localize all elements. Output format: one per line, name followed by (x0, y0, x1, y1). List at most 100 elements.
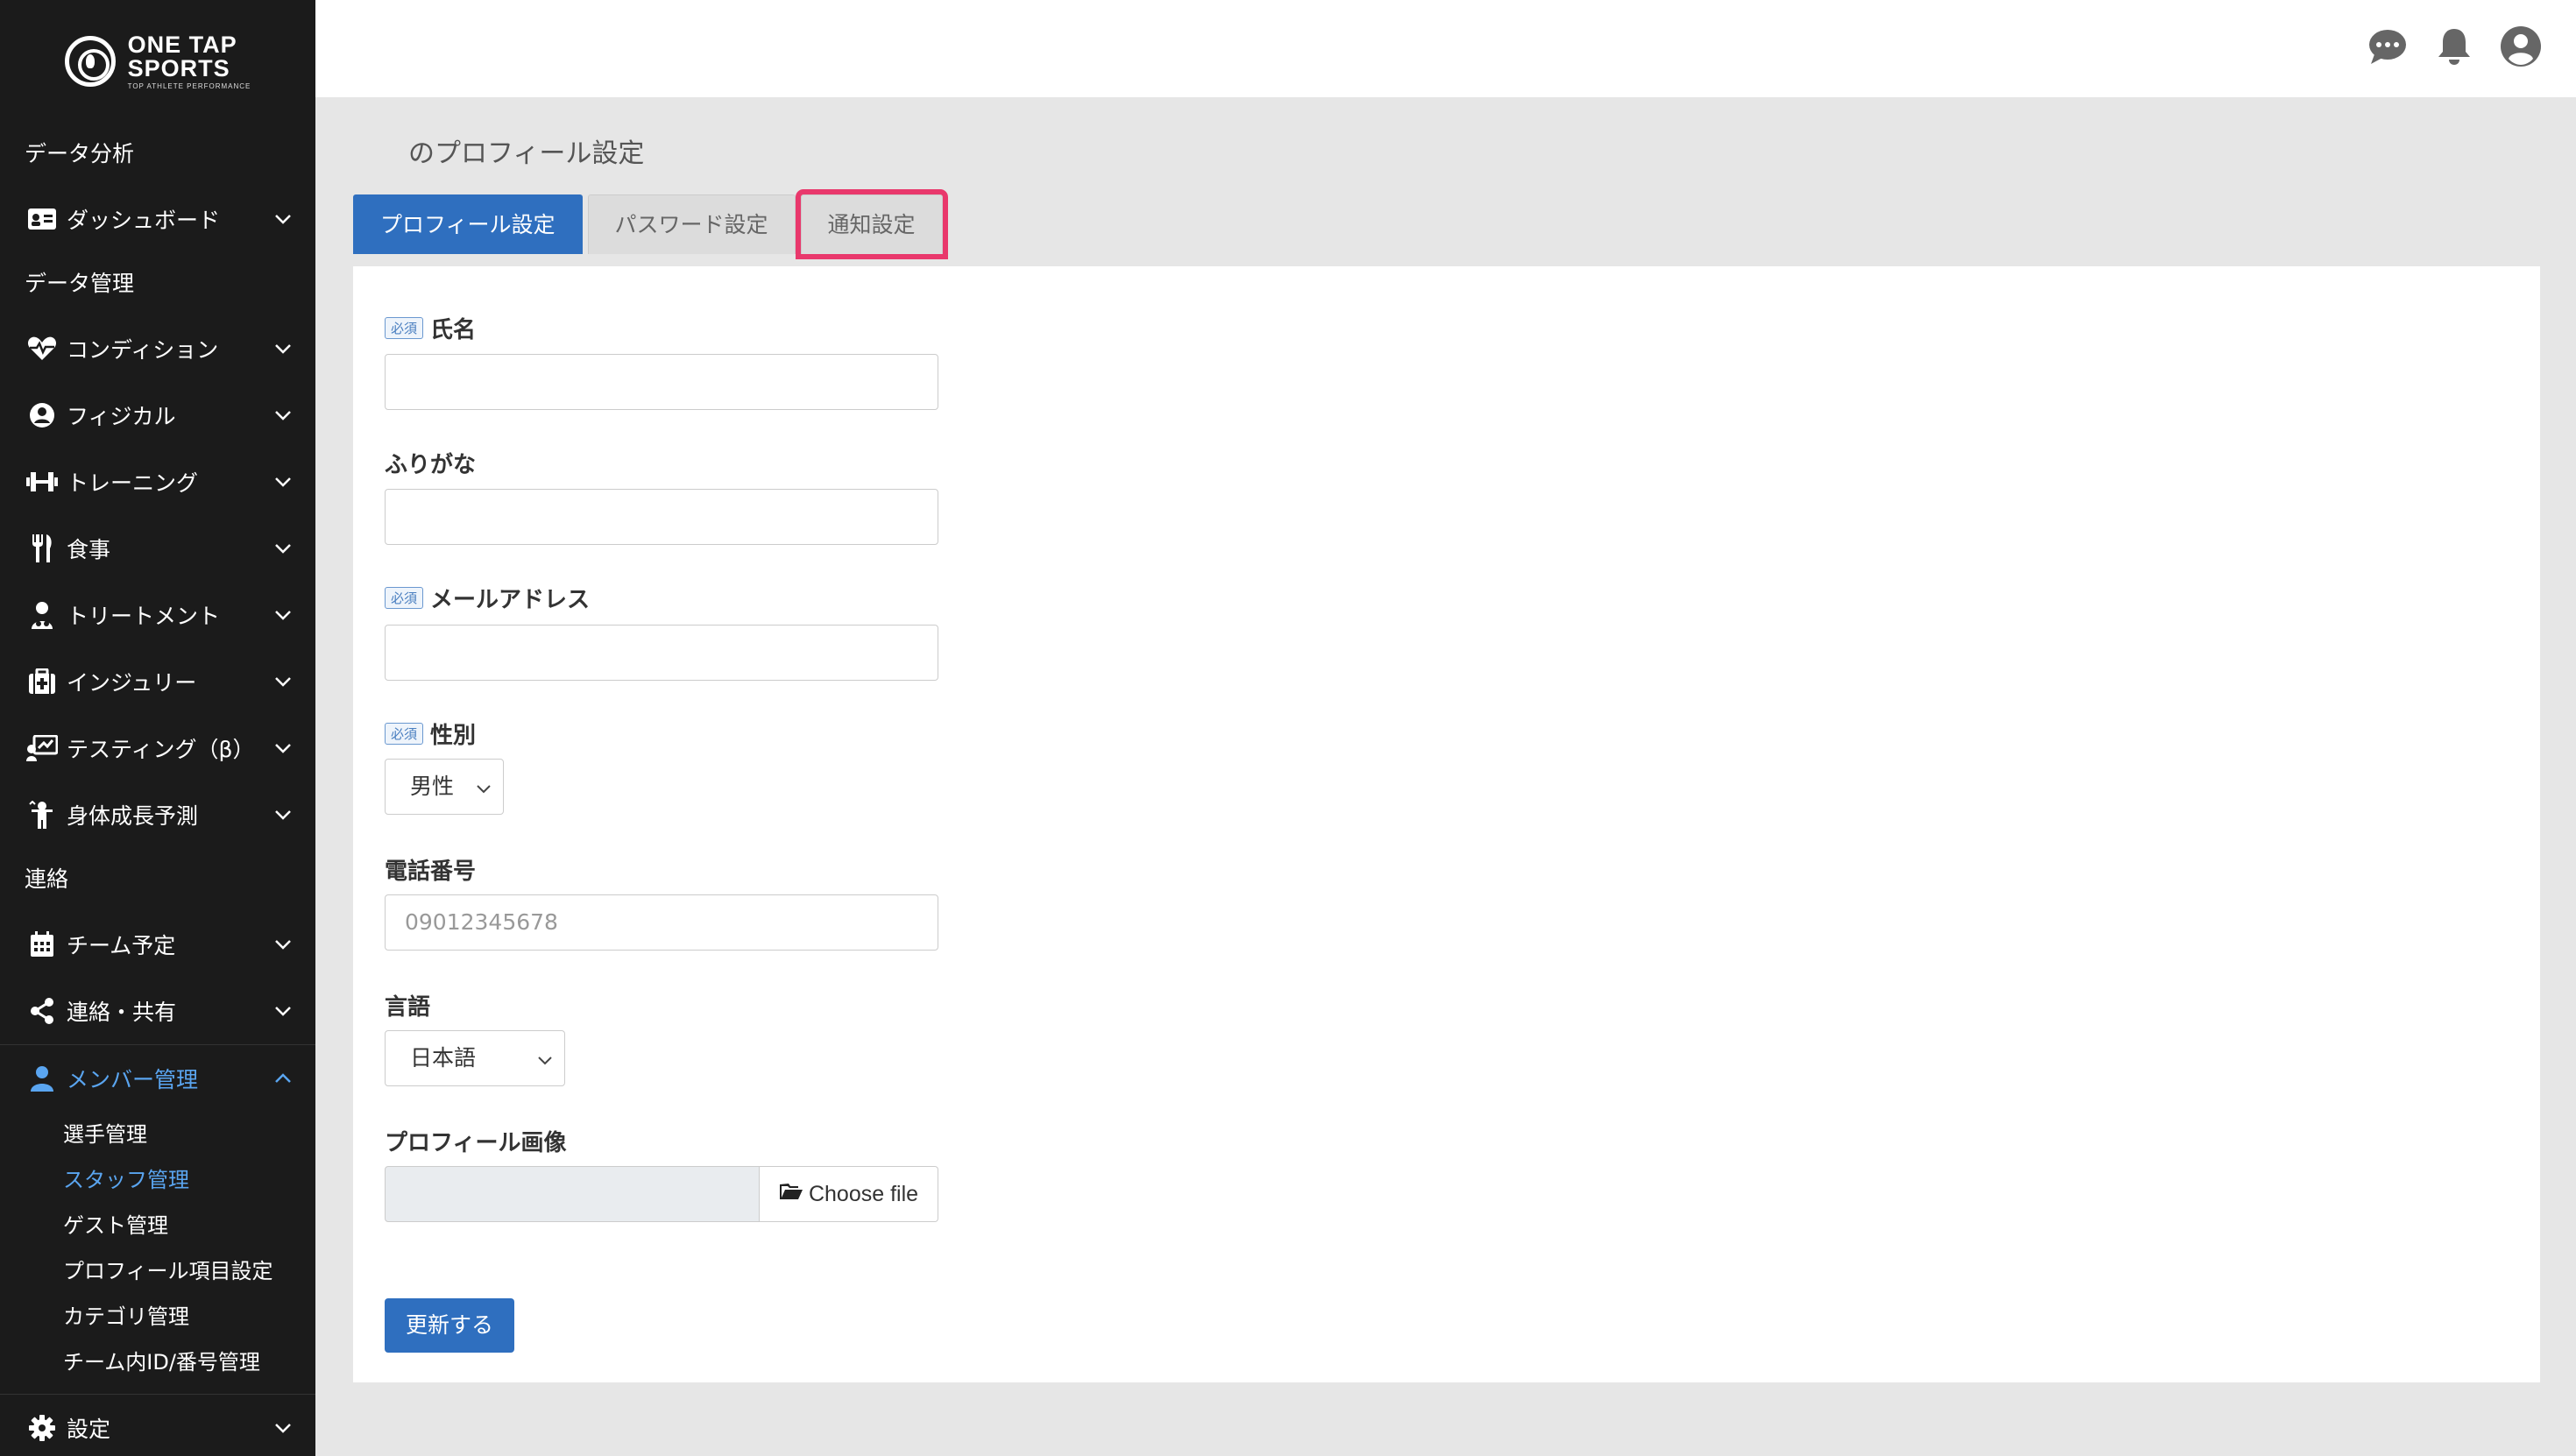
gear-icon (26, 1412, 58, 1444)
chevron-down-icon (273, 739, 293, 758)
section-contact: 連絡 (25, 866, 69, 892)
chevron-down-icon (538, 1031, 552, 1085)
file-name-display (385, 1166, 760, 1222)
furigana-input[interactable] (385, 489, 938, 545)
sidebar-item-share[interactable]: 連絡・共有 (0, 978, 315, 1044)
first-aid-icon (26, 666, 58, 697)
sidebar-item-label: 設定 (67, 1417, 111, 1442)
image-label: プロフィール画像 (385, 1130, 567, 1156)
logo[interactable]: ONE TAP SPORTS TOP ATHLETE PERFORMANCE (0, 0, 315, 123)
sidebar-item-member[interactable]: メンバー管理 (0, 1045, 315, 1112)
section-analysis: データ分析 (25, 141, 135, 166)
tab-password[interactable]: パスワード設定 (587, 194, 796, 254)
user-doctor-icon (26, 599, 58, 631)
tab-notify[interactable]: 通知設定 (795, 189, 948, 259)
required-badge: 必須 (385, 317, 424, 339)
sidebar-sub-players[interactable]: 選手管理 (0, 1112, 315, 1157)
gender-label: 必須 性別 (385, 717, 476, 750)
chart-board-icon (26, 732, 58, 764)
sidebar-item-label: チーム予定 (67, 933, 176, 958)
sidebar-item-label: トリートメント (67, 604, 221, 629)
sidebar-item-treatment[interactable]: トリートメント (0, 582, 315, 648)
sidebar-item-meal[interactable]: 食事 (0, 515, 315, 582)
email-input[interactable] (385, 625, 938, 681)
user-circle-icon (26, 399, 58, 431)
chevron-down-icon (273, 605, 293, 625)
sidebar-item-label: 連絡・共有 (67, 1000, 177, 1025)
share-icon (26, 995, 58, 1027)
folder-open-icon (779, 1182, 803, 1207)
image-file-input: Choose file (385, 1166, 938, 1222)
child-grow-icon (26, 799, 58, 830)
sidebar-item-schedule[interactable]: チーム予定 (0, 911, 315, 978)
chevron-up-icon (273, 1069, 293, 1088)
sidebar-sub-profile-items[interactable]: プロフィール項目設定 (0, 1248, 315, 1294)
sidebar-item-physical[interactable]: フィジカル (0, 382, 315, 449)
name-input[interactable] (385, 354, 938, 410)
sidebar-item-settings[interactable]: 設定 (0, 1395, 315, 1456)
sidebar-item-label: フィジカル (67, 404, 176, 429)
sidebar-item-label: ダッシュボード (67, 208, 221, 233)
section-data-mgmt: データ管理 (25, 271, 135, 296)
choose-file-button[interactable]: Choose file (760, 1166, 938, 1222)
sidebar-item-label: 食事 (67, 537, 111, 562)
language-select[interactable]: 日本語 (385, 1030, 565, 1086)
logo-line2: SPORTS (127, 54, 230, 81)
gender-select[interactable]: 男性 (385, 759, 504, 815)
email-label: 必須 メールアドレス (385, 582, 590, 614)
logo-tagline: TOP ATHLETE PERFORMANCE (127, 81, 251, 90)
name-label: 必須 氏名 (385, 312, 476, 344)
language-label: 言語 (385, 994, 431, 1021)
user-icon (26, 1063, 58, 1094)
sidebar-item-growth[interactable]: 身体成長予測 (0, 781, 315, 848)
chevron-down-icon (477, 760, 491, 814)
chevron-down-icon (273, 672, 293, 691)
sidebar-item-label: コンディション (67, 337, 219, 363)
bell-icon[interactable] (2432, 25, 2476, 68)
sidebar-item-injury[interactable]: インジュリー (0, 648, 315, 715)
sidebar-item-testing[interactable]: テスティング（β） (0, 715, 315, 781)
update-button[interactable]: 更新する (385, 1298, 515, 1353)
calendar-icon (26, 929, 58, 960)
tab-bar: プロフィール設定 パスワード設定 通知設定 (353, 189, 948, 259)
chevron-down-icon (273, 339, 293, 358)
chat-icon[interactable] (2366, 25, 2410, 68)
logo-line1: ONE TAP (127, 31, 237, 58)
sidebar-item-label: 身体成長予測 (67, 803, 199, 829)
chevron-down-icon (273, 539, 293, 558)
required-badge: 必須 (385, 723, 424, 745)
page-title: のプロフィール設定 (408, 138, 645, 169)
sidebar-sub-category[interactable]: カテゴリ管理 (0, 1294, 315, 1339)
profile-form-panel: 必須 氏名 ふりがな 必須 メールアドレス 必須 性別 男性 電話番号 0901… (353, 266, 2540, 1382)
sidebar-sub-staff[interactable]: スタッフ管理 (0, 1157, 315, 1203)
chevron-down-icon (273, 805, 293, 824)
sidebar-item-label: メンバー管理 (67, 1067, 199, 1092)
phone-label: 電話番号 (385, 859, 477, 885)
utensils-icon (26, 533, 58, 564)
sidebar-item-label: トレーニング (67, 470, 199, 496)
tab-profile[interactable]: プロフィール設定 (353, 194, 583, 254)
sidebar: ONE TAP SPORTS TOP ATHLETE PERFORMANCE デ… (0, 0, 315, 1456)
sidebar-item-label: インジュリー (67, 670, 197, 696)
phone-input[interactable]: 09012345678 (385, 894, 938, 951)
sidebar-item-label: テスティング（β） (67, 737, 255, 762)
sidebar-nav: データ分析 ダッシュボード データ管理 コンディション フィジカル トレーニング… (0, 123, 315, 1456)
dumbbell-icon (26, 466, 58, 498)
furigana-label: ふりがな (385, 452, 477, 478)
top-bar (315, 0, 2576, 97)
chevron-down-icon (273, 472, 293, 491)
chevron-down-icon (273, 209, 293, 229)
sidebar-item-condition[interactable]: コンディション (0, 315, 315, 382)
chevron-down-icon (273, 935, 293, 954)
sidebar-sub-team-id[interactable]: チーム内ID/番号管理 (0, 1339, 315, 1385)
chevron-down-icon (273, 1418, 293, 1438)
heartbeat-icon (26, 333, 58, 364)
sidebar-sub-guest[interactable]: ゲスト管理 (0, 1203, 315, 1248)
id-card-icon (26, 203, 58, 235)
chevron-down-icon (273, 406, 293, 425)
required-badge: 必須 (385, 587, 424, 609)
sidebar-item-dashboard[interactable]: ダッシュボード (0, 186, 315, 252)
account-icon[interactable] (2499, 25, 2543, 68)
sidebar-item-training[interactable]: トレーニング (0, 449, 315, 515)
chevron-down-icon (273, 1001, 293, 1021)
